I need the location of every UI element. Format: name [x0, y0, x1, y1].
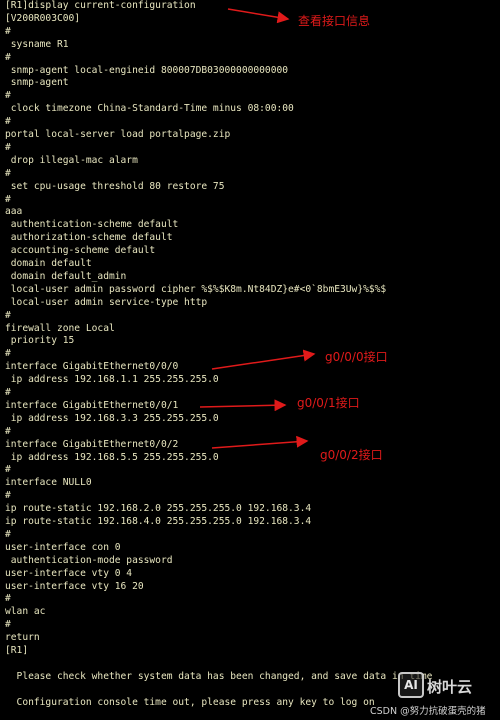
terminal-line: clock timezone China-Standard-Time minus… — [5, 103, 294, 115]
terminal-line: # — [5, 387, 11, 398]
terminal-line: # — [5, 116, 11, 128]
terminal-line: interface GigabitEthernet0/0/2 — [5, 438, 179, 450]
terminal-line: # — [5, 593, 11, 605]
terminal-line: # — [5, 90, 11, 102]
terminal-line: # — [5, 141, 11, 153]
terminal-line: [R1] — [5, 645, 29, 656]
terminal-line: # — [5, 51, 11, 63]
terminal-line: user-interface vty 0 4 — [5, 567, 133, 579]
annotation-g001: g0/0/1接口 — [297, 396, 360, 410]
terminal-line: user-interface vty 16 20 — [5, 580, 144, 592]
terminal-line: aaa — [5, 206, 23, 218]
terminal-line: local-user admin service-type http — [5, 296, 208, 308]
terminal-line: ip address 192.168.3.3 255.255.255.0 — [5, 412, 219, 424]
terminal-line: interface GigabitEthernet0/0/1 — [5, 399, 179, 411]
annotation-g002: g0/0/2接口 — [320, 448, 383, 462]
terminal-line: wlan ac — [5, 606, 46, 618]
terminal-line: domain default_admin — [5, 270, 127, 282]
terminal-line: priority 15 — [5, 335, 75, 347]
terminal-line: # — [5, 25, 11, 37]
terminal-line: accounting-scheme default — [5, 245, 156, 257]
watermark-logo: AI — [398, 672, 424, 698]
terminal-line: return — [5, 632, 40, 644]
terminal-line: authorization-scheme default — [5, 232, 173, 244]
terminal-line: ip route-static 192.168.2.0 255.255.255.… — [5, 503, 312, 515]
terminal-line: # — [5, 425, 11, 437]
terminal-line: authentication-scheme default — [5, 219, 179, 231]
terminal-line: firewall zone Local — [5, 322, 115, 334]
watermark-site-name: 树叶云 — [427, 678, 473, 696]
terminal-line: [V200R003C00] — [5, 12, 81, 24]
terminal-line: user-interface con 0 — [5, 541, 121, 553]
terminal-line: ip address 192.168.1.1 255.255.255.0 — [5, 374, 219, 386]
terminal-line: # — [5, 490, 11, 502]
terminal-line: portal local-server load portalpage.zip — [5, 129, 231, 140]
annotation-g000: g0/0/0接口 — [325, 350, 388, 364]
terminal-line: local-user admin password cipher %$%$K8m… — [5, 283, 387, 295]
terminal-line: drop illegal-mac alarm — [5, 154, 138, 166]
terminal-line: snmp-agent — [5, 77, 69, 89]
terminal-line: # — [5, 619, 11, 631]
terminal-line: # — [5, 309, 11, 321]
terminal-line: # — [5, 528, 11, 540]
terminal-line: # — [5, 348, 11, 360]
terminal-line: # — [5, 193, 11, 205]
terminal-line: interface NULL0 — [5, 477, 92, 489]
terminal-line: # — [5, 167, 11, 179]
terminal-line: interface GigabitEthernet0/0/0 — [5, 361, 179, 373]
terminal-line: [R1]display current-configuration — [5, 0, 196, 11]
terminal-line: authentication-mode password — [5, 554, 173, 566]
terminal-line: ip address 192.168.5.5 255.255.255.0 — [5, 451, 219, 463]
terminal-line: domain default — [5, 258, 92, 269]
terminal-line: ip route-static 192.168.4.0 255.255.255.… — [5, 516, 312, 527]
terminal-line: sysname R1 — [5, 38, 69, 50]
terminal-line: snmp-agent local-engineid 800007DB030000… — [5, 64, 289, 76]
annotation-view-interface-info: 查看接口信息 — [298, 14, 371, 28]
terminal-line: Please check whether system data has bee… — [5, 670, 433, 682]
terminal-line: # — [5, 464, 11, 476]
terminal-window[interactable]: [R1]display current-configuration [V200R0… — [0, 0, 500, 720]
terminal-line: set cpu-usage threshold 80 restore 75 — [5, 180, 225, 192]
terminal-line: Configuration console time out, please p… — [5, 696, 375, 708]
watermark-csdn: CSDN @努力抗破蛋壳的猪 — [370, 706, 486, 717]
